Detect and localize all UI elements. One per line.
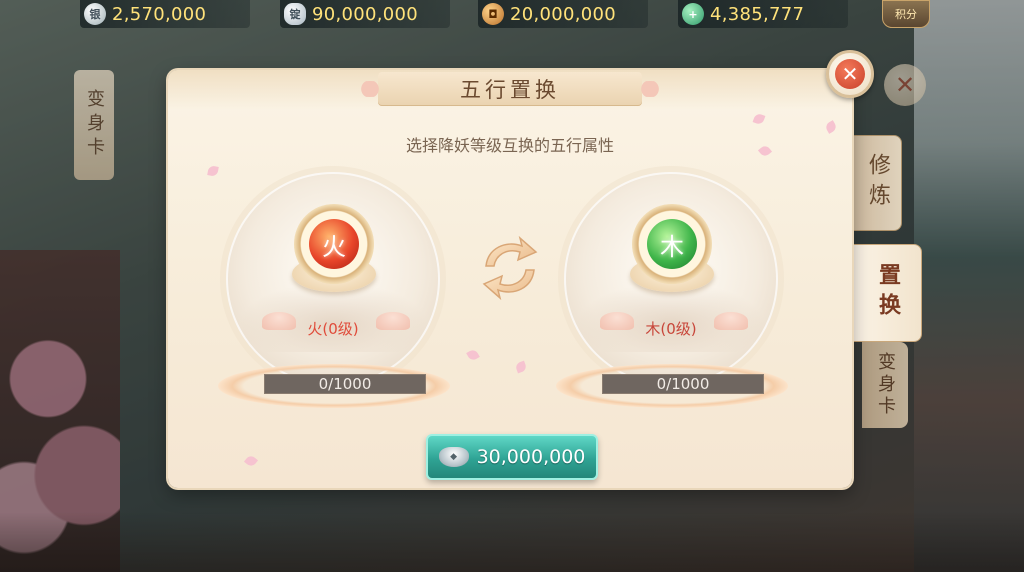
silver-ingot-icon: 锭 xyxy=(284,3,306,25)
close-icon: ✕ xyxy=(835,59,865,89)
wood-progress-bar: 0/1000 xyxy=(602,374,764,394)
element-panel-fire[interactable]: 火 火(0级) 0/1000 xyxy=(208,172,458,422)
fire-element-icon: 火 xyxy=(309,219,359,269)
wood-progress-text: 0/1000 xyxy=(656,375,710,393)
resource-silver-ingot: 锭 90,000,000 xyxy=(280,0,450,28)
wood-element-icon: 木 xyxy=(647,219,697,269)
silver-ingot-value: 90,000,000 xyxy=(312,3,419,25)
dialog-subtitle: 选择降妖等级互换的五行属性 xyxy=(405,136,614,155)
swap-cost-amount: 30,000,000 xyxy=(476,446,586,468)
score-badge-icon[interactable]: 积分 xyxy=(882,0,930,28)
background-transform-card-label: 变身卡 xyxy=(74,70,114,180)
copper-coin-icon: ◘ xyxy=(482,3,504,25)
swap-confirm-button[interactable]: ◆ 30,000,000 xyxy=(426,434,598,480)
petal-decoration xyxy=(752,112,766,126)
fire-element-label: 火(0级) xyxy=(307,320,359,338)
score-badge-label: 积分 xyxy=(895,8,917,21)
wood-element-label: 木(0级) xyxy=(645,320,697,338)
resource-jade[interactable]: + 4,385,777 xyxy=(678,0,848,28)
orb-ring: 木 xyxy=(632,204,712,284)
tab-bianshen[interactable]: 变身卡 xyxy=(862,342,908,428)
fire-progress-text: 0/1000 xyxy=(318,375,372,393)
copper-coin-value: 20,000,000 xyxy=(510,3,617,25)
silver-coin-icon: 银 xyxy=(84,3,106,25)
orb-ring: 火 xyxy=(294,204,374,284)
tab-xiulian[interactable]: 修炼 xyxy=(852,135,902,231)
background-close-icon: ✕ xyxy=(884,64,926,106)
petal-decoration xyxy=(243,453,259,469)
element-panel-wood[interactable]: 木 木(0级) 0/1000 xyxy=(546,172,796,422)
petal-decoration xyxy=(514,360,528,374)
resource-copper-coin: ◘ 20,000,000 xyxy=(478,0,648,28)
petal-decoration xyxy=(466,348,480,362)
close-button[interactable]: ✕ xyxy=(826,50,874,98)
jade-icon: + xyxy=(682,3,704,25)
resource-silver-coin: 银 2,570,000 xyxy=(80,0,250,28)
silver-coin-value: 2,570,000 xyxy=(112,3,207,25)
swap-arrows-icon[interactable] xyxy=(472,230,548,306)
dialog-title-plate: 五行置换 xyxy=(350,72,670,106)
jade-value: 4,385,777 xyxy=(710,3,805,25)
five-elements-swap-dialog: 五行置换 选择降妖等级互换的五行属性 火 火(0级) 0/1000 木 木(0级… xyxy=(168,70,852,488)
fire-progress-bar: 0/1000 xyxy=(264,374,426,394)
silver-ingot-icon: ◆ xyxy=(438,447,469,467)
dialog-title: 五行置换 xyxy=(460,78,560,102)
tab-zhihuan[interactable]: 置换 xyxy=(852,244,922,342)
